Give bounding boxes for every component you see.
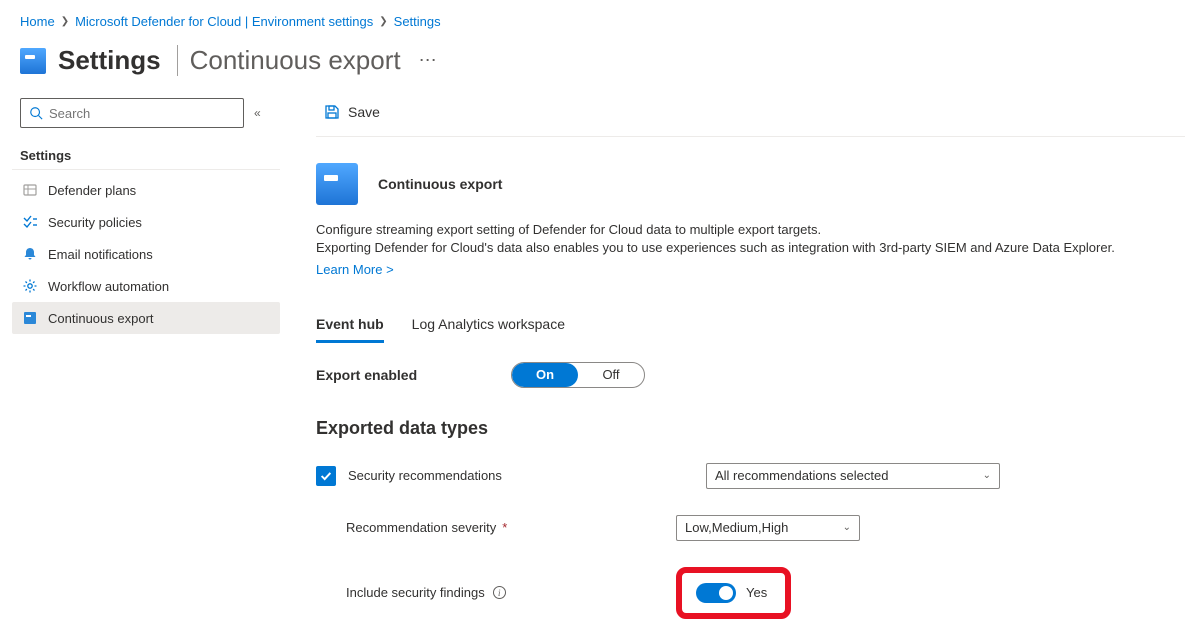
tabs: Event hub Log Analytics workspace: [316, 310, 1185, 344]
sidebar-item-continuous-export[interactable]: Continuous export: [12, 302, 280, 334]
sidebar-item-email-notifications[interactable]: Email notifications: [12, 238, 280, 270]
search-icon: [29, 106, 43, 120]
tab-log-analytics[interactable]: Log Analytics workspace: [412, 310, 565, 343]
security-recommendations-label: Security recommendations: [348, 468, 502, 483]
security-recommendations-checkbox[interactable]: [316, 466, 336, 486]
gear-icon: [22, 278, 38, 294]
sidebar-item-workflow-automation[interactable]: Workflow automation: [12, 270, 280, 302]
sidebar-item-security-policies[interactable]: Security policies: [12, 206, 280, 238]
exported-data-types-heading: Exported data types: [316, 418, 1185, 439]
include-findings-toggle[interactable]: [696, 583, 736, 603]
bell-icon: [22, 246, 38, 262]
highlight-annotation: Yes: [676, 567, 791, 619]
chevron-right-icon: ❯: [379, 16, 387, 27]
recommendations-selected: All recommendations selected: [715, 468, 888, 483]
breadcrumb-settings[interactable]: Settings: [394, 14, 441, 29]
security-policies-icon: [22, 214, 38, 230]
include-findings-label: Include security findings: [346, 585, 485, 600]
search-input[interactable]: [49, 106, 235, 121]
description-line-1: Configure streaming export setting of De…: [316, 221, 1185, 239]
export-enabled-label: Export enabled: [316, 367, 511, 383]
sidebar-item-label: Defender plans: [48, 183, 136, 198]
content-heading: Continuous export: [378, 176, 502, 192]
sidebar-item-label: Security policies: [48, 215, 142, 230]
export-enabled-on[interactable]: On: [512, 363, 578, 387]
sidebar-item-defender-plans[interactable]: Defender plans: [12, 174, 280, 206]
severity-dropdown[interactable]: Low,Medium,High ⌄: [676, 515, 860, 541]
page-title: Settings: [58, 45, 161, 76]
breadcrumb-defender[interactable]: Microsoft Defender for Cloud | Environme…: [75, 14, 373, 29]
required-indicator: *: [502, 520, 507, 535]
learn-more-link[interactable]: Learn More >: [316, 261, 394, 279]
breadcrumb-home[interactable]: Home: [20, 14, 55, 29]
chevron-right-icon: ❯: [61, 16, 69, 27]
chevron-down-icon: ⌄: [983, 470, 991, 481]
export-enabled-toggle[interactable]: On Off: [511, 362, 645, 388]
export-enabled-off[interactable]: Off: [578, 363, 644, 387]
sidebar-heading: Settings: [12, 132, 280, 170]
sidebar-item-label: Workflow automation: [48, 279, 169, 294]
continuous-export-icon: [22, 310, 38, 326]
include-findings-value: Yes: [746, 585, 767, 600]
settings-book-icon: [20, 48, 46, 74]
sidebar-item-label: Email notifications: [48, 247, 153, 262]
checkmark-icon: [319, 469, 333, 483]
search-box[interactable]: [20, 98, 244, 128]
description-line-2: Exporting Defender for Cloud's data also…: [316, 239, 1185, 257]
continuous-export-large-icon: [316, 163, 358, 205]
save-button[interactable]: Save: [316, 100, 388, 124]
collapse-sidebar-button[interactable]: «: [254, 106, 261, 120]
chevron-down-icon: ⌄: [843, 522, 851, 533]
sidebar: « Settings Defender plans Security polic…: [0, 94, 280, 334]
breadcrumb: Home ❯ Microsoft Defender for Cloud | En…: [0, 0, 1195, 37]
main-content: Save Continuous export Configure streami…: [280, 94, 1195, 619]
info-icon[interactable]: i: [493, 586, 506, 599]
save-label: Save: [348, 104, 380, 120]
recommendations-dropdown[interactable]: All recommendations selected ⌄: [706, 463, 1000, 489]
severity-label: Recommendation severity: [346, 520, 496, 535]
more-actions-button[interactable]: ⋯: [419, 50, 438, 71]
save-icon: [324, 104, 340, 120]
sidebar-item-label: Continuous export: [48, 311, 154, 326]
defender-plans-icon: [22, 182, 38, 198]
page-subtitle: Continuous export: [177, 45, 401, 76]
page-title-row: Settings Continuous export ⋯: [0, 37, 1195, 94]
tab-event-hub[interactable]: Event hub: [316, 310, 384, 343]
severity-selected: Low,Medium,High: [685, 520, 788, 535]
toolbar: Save: [316, 94, 1185, 137]
